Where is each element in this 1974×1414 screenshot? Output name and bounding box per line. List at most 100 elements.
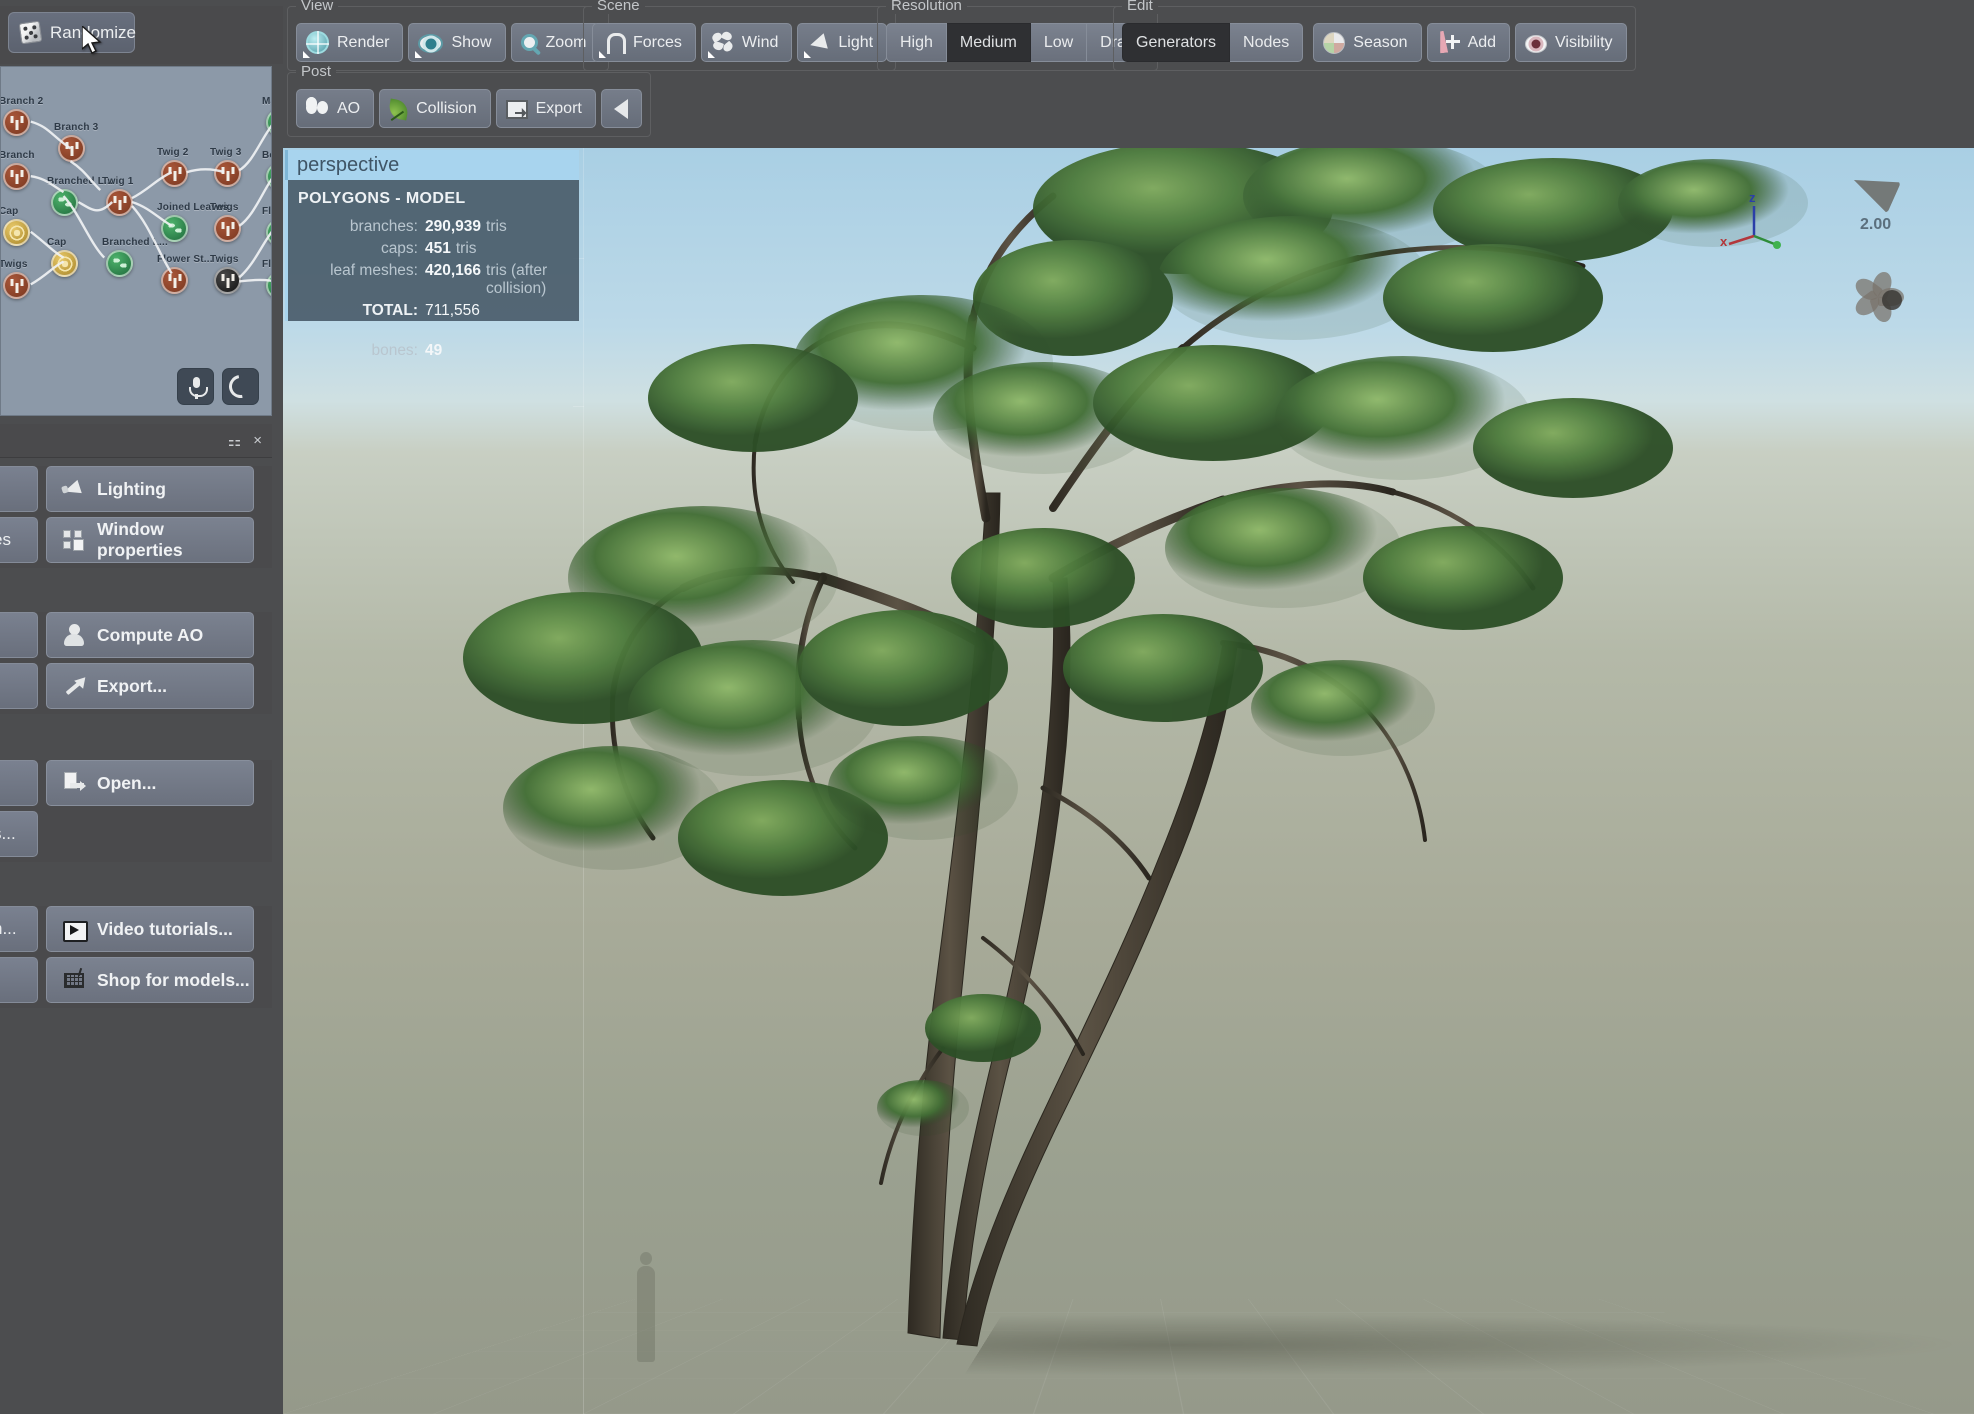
- graph-node[interactable]: [3, 163, 30, 190]
- edit-option-nodes[interactable]: Nodes: [1230, 23, 1304, 62]
- sidebar-secondary-button[interactable]: s...: [0, 811, 38, 857]
- dropdown-corner-icon[interactable]: [599, 51, 606, 58]
- graph-node[interactable]: [51, 189, 78, 216]
- window-icon: [62, 528, 86, 552]
- toolbar-button-season[interactable]: Season: [1313, 23, 1422, 62]
- info-row: branches: 290,939 tris: [288, 218, 571, 236]
- toolbar-group-legend: Edit: [1122, 0, 1158, 14]
- info-panel-title: POLYGONS - MODEL: [298, 190, 466, 207]
- microphone-button[interactable]: [177, 368, 214, 405]
- graph-node[interactable]: [106, 250, 133, 277]
- sidebar-secondary-button[interactable]: [0, 760, 38, 806]
- graph-node[interactable]: [51, 250, 78, 277]
- sidebar-secondary-button[interactable]: es: [0, 517, 38, 563]
- resolution-segmented-control[interactable]: High Medium Low Draft: [886, 23, 1149, 62]
- sidebar-secondary-button[interactable]: [0, 612, 38, 658]
- sidebar-button-label: Lighting: [97, 478, 167, 499]
- info-row-unit: tris: [455, 240, 477, 257]
- sidebar-row: s...: [0, 811, 272, 861]
- graph-node[interactable]: [3, 109, 30, 136]
- sidebar-button-open[interactable]: Open...: [46, 760, 254, 806]
- sidebar-button-label: Export...: [97, 675, 168, 696]
- toolbar-button-forces[interactable]: Forces: [592, 23, 696, 62]
- graph-node[interactable]: [214, 267, 241, 294]
- node-label: Flower St...: [157, 254, 213, 265]
- sidebar-section: n... Video tutorials... Shop for models...: [0, 906, 272, 1008]
- sidebar-button-label: Open...: [97, 772, 157, 793]
- close-icon[interactable]: ×: [253, 432, 262, 449]
- toolbar-button-light[interactable]: Light: [797, 23, 888, 62]
- sidebar-secondary-button[interactable]: [0, 663, 38, 709]
- refresh-button[interactable]: [222, 368, 259, 405]
- graph-node[interactable]: [266, 219, 271, 246]
- graph-node[interactable]: [161, 160, 188, 187]
- toolbar-button-back[interactable]: [600, 89, 642, 128]
- graph-node[interactable]: [266, 163, 271, 190]
- resolution-option-high[interactable]: High: [886, 23, 947, 62]
- edit-mode-segmented-control[interactable]: Generators Nodes: [1122, 23, 1304, 62]
- sidebar-secondary-button[interactable]: n...: [0, 906, 38, 952]
- sidebar-button-compute-ao[interactable]: Compute AO: [46, 612, 254, 658]
- toolbar-group-post: Post AO Collision Export: [287, 63, 651, 137]
- sidebar-button-export[interactable]: Export...: [46, 663, 254, 709]
- info-row-key: branches:: [349, 218, 418, 235]
- sidebar-row: Export...: [0, 663, 272, 713]
- sidebar-secondary-button[interactable]: [0, 957, 38, 1003]
- light-gizmo[interactable]: 2.00: [1844, 164, 1922, 236]
- microphone-icon: [185, 376, 208, 399]
- axis-gizmo[interactable]: z x: [1719, 190, 1789, 260]
- edit-option-generators[interactable]: Generators: [1122, 23, 1231, 62]
- graph-node[interactable]: [214, 215, 241, 242]
- toolbar-button-wind[interactable]: Wind: [700, 23, 793, 62]
- application-window: Randomize Branch 2 Branch 3 Branch Cap Branc…: [0, 0, 1974, 1414]
- toolbar-button-label: Collision: [416, 99, 477, 117]
- graph-node[interactable]: [58, 135, 85, 162]
- sidebar-button-shop-for-models[interactable]: Shop for models...: [46, 957, 254, 1003]
- graph-node[interactable]: [266, 109, 271, 136]
- light-cone-icon: [1846, 164, 1902, 214]
- sidebar-button-lighting[interactable]: Lighting: [46, 466, 254, 512]
- graph-node[interactable]: [3, 272, 30, 299]
- toolbar-button-add[interactable]: Add: [1426, 23, 1511, 62]
- dropdown-corner-icon[interactable]: [415, 51, 423, 58]
- graph-node[interactable]: [214, 160, 241, 187]
- sidebar-button-video-tutorials[interactable]: Video tutorials...: [46, 906, 254, 952]
- wind-gizmo[interactable]: [1846, 260, 1936, 340]
- node-graph-panel[interactable]: Branch 2 Branch 3 Branch Cap Branched L... Ca…: [0, 66, 272, 416]
- toolbar-button-row: AO Collision Export: [296, 89, 642, 128]
- info-row-unit: tris: [486, 218, 507, 235]
- toolbar-button-row: High Medium Low Draft: [886, 23, 1149, 62]
- toolbar-button-label: Show: [451, 33, 492, 51]
- node-label: Flower Par...: [262, 259, 272, 270]
- randomize-button[interactable]: Randomize: [8, 12, 136, 53]
- dropdown-corner-icon[interactable]: [707, 51, 715, 58]
- info-row-key: leaf meshes:: [330, 262, 418, 279]
- graph-node[interactable]: [266, 272, 271, 299]
- sidebar-button-label: Shop for models...: [97, 969, 250, 990]
- 3d-viewport[interactable]: perspective POLYGONS - MODEL branches: 29…: [283, 148, 1974, 1414]
- toolbar-button-label: Zoom: [545, 33, 587, 51]
- dropdown-corner-icon[interactable]: [804, 51, 812, 58]
- toolbar-button-ao[interactable]: AO: [296, 89, 375, 128]
- resolution-option-medium[interactable]: Medium: [946, 23, 1031, 62]
- sidebar-button-label: Window properties: [97, 519, 183, 560]
- graph-node[interactable]: [106, 189, 133, 216]
- info-row-value: 290,939: [425, 218, 482, 235]
- sidebar-button-window-properties[interactable]: Window properties: [46, 517, 254, 563]
- graph-node[interactable]: [161, 267, 188, 294]
- sidebar-button-label: Compute AO: [97, 624, 204, 645]
- graph-node[interactable]: [3, 219, 30, 246]
- resolution-option-low[interactable]: Low: [1030, 23, 1088, 62]
- info-row: bones: 49: [288, 342, 571, 360]
- toolbar-button-show[interactable]: Show: [408, 23, 506, 62]
- toolbar-button-collision[interactable]: Collision: [379, 89, 491, 128]
- pin-icon[interactable]: ⚏: [228, 432, 241, 450]
- toolbar-button-visibility[interactable]: Visibility: [1515, 23, 1627, 62]
- toolbar-button-render[interactable]: Render: [296, 23, 404, 62]
- node-graph-canvas[interactable]: Branch 2 Branch 3 Branch Cap Branched L... Ca…: [1, 67, 271, 415]
- node-label: Twigs: [210, 254, 239, 265]
- graph-node[interactable]: [161, 215, 188, 242]
- sidebar-secondary-button[interactable]: [0, 466, 38, 512]
- dropdown-corner-icon[interactable]: [303, 51, 310, 58]
- toolbar-button-export[interactable]: Export: [495, 89, 596, 128]
